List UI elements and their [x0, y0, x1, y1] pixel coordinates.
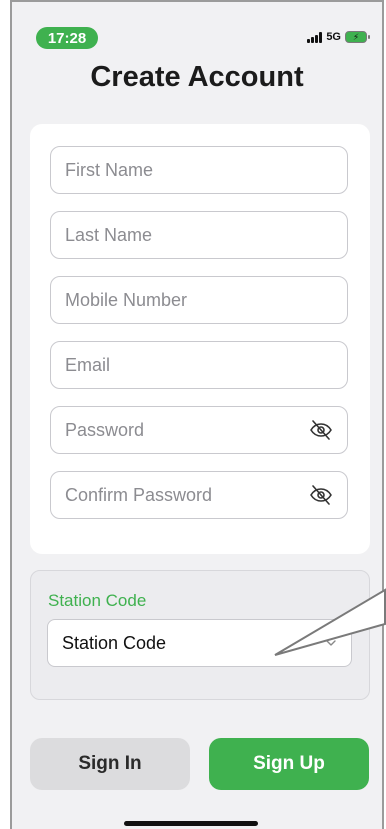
confirm-password-field[interactable]: [50, 471, 348, 519]
phone-screen: 17:28 5G ⚡ Create Account First Name Las…: [10, 0, 384, 829]
eye-slash-icon[interactable]: [309, 418, 333, 442]
station-code-section: Station Code Station Code: [30, 570, 370, 700]
status-time: 17:28: [36, 27, 98, 49]
last-name-field[interactable]: [50, 211, 348, 259]
email-input[interactable]: [65, 354, 333, 376]
last-name-input[interactable]: [65, 224, 333, 246]
signal-bars-icon: [307, 31, 323, 43]
status-indicators: 5G ⚡: [307, 31, 370, 43]
password-input[interactable]: [65, 419, 309, 441]
email-field[interactable]: [50, 341, 348, 389]
station-code-label: Station Code: [48, 591, 147, 610]
password-field[interactable]: [50, 406, 348, 454]
chevron-down-icon: [326, 640, 336, 646]
sign-up-button[interactable]: Sign Up: [209, 738, 369, 790]
station-code-value: Station Code: [62, 632, 167, 653]
station-code-select[interactable]: Station Code: [47, 619, 352, 667]
network-type: 5G: [326, 31, 341, 43]
battery-charging-icon: ⚡: [345, 31, 370, 43]
registration-form: [30, 124, 370, 554]
home-indicator: [124, 821, 258, 826]
mobile-number-field[interactable]: [50, 276, 348, 324]
sign-in-button[interactable]: Sign In: [30, 738, 190, 790]
mobile-number-input[interactable]: [65, 289, 333, 311]
first-name-input[interactable]: [65, 159, 333, 181]
eye-slash-icon[interactable]: [309, 483, 333, 507]
first-name-field[interactable]: [50, 146, 348, 194]
confirm-password-input[interactable]: [65, 484, 309, 506]
page-title: Create Account: [90, 61, 304, 93]
